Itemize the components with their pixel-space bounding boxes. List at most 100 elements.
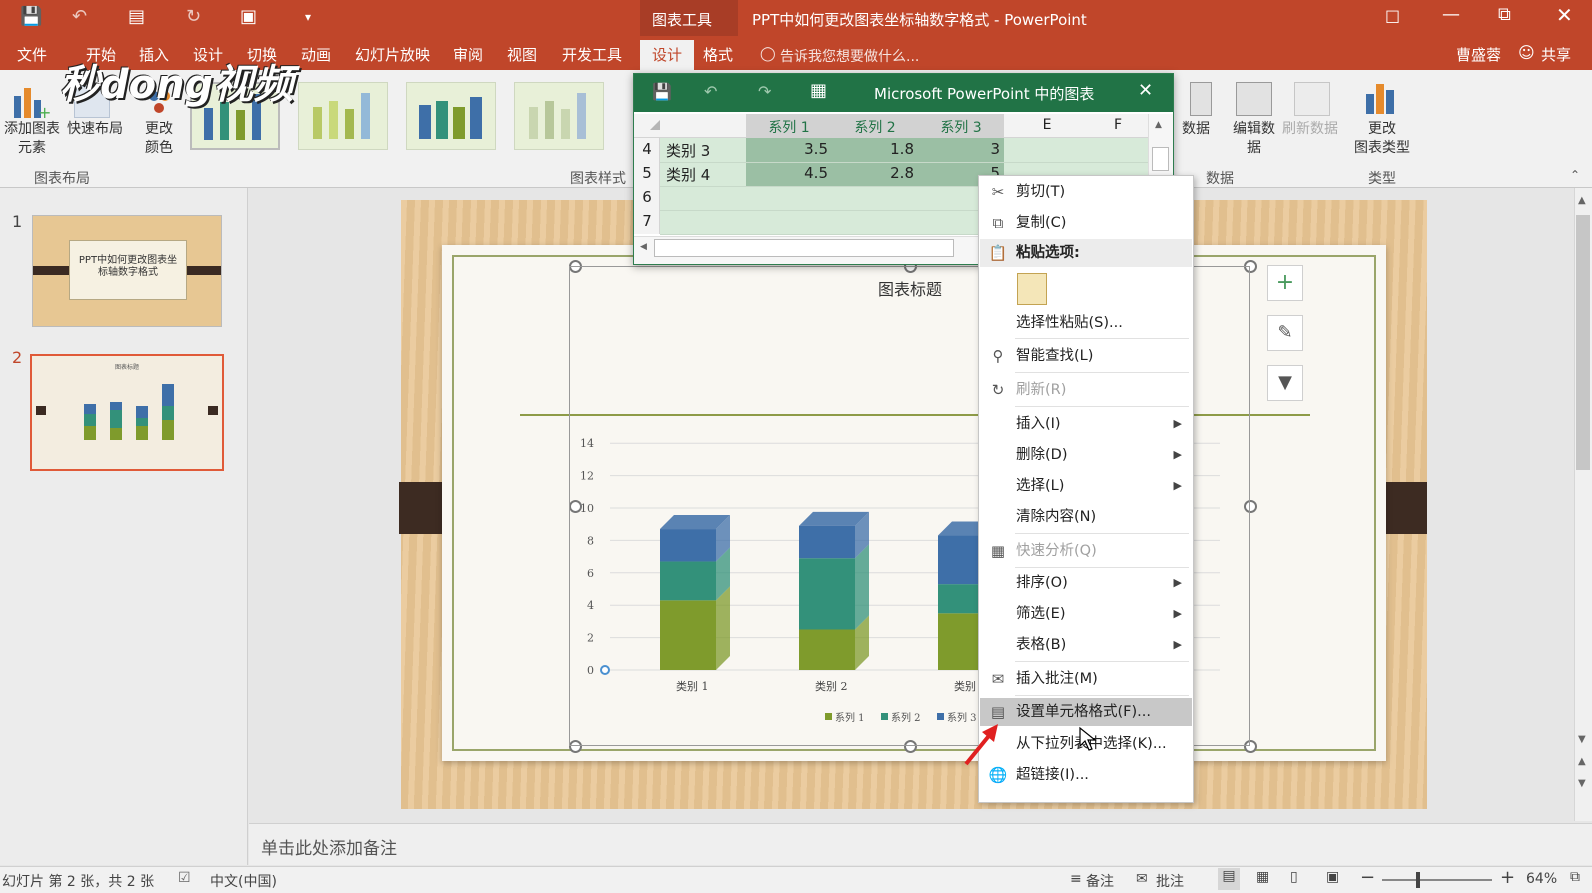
slide-thumbnail-2[interactable]: 图表标题 [30, 354, 224, 471]
zoom-out-button[interactable]: − [1360, 867, 1375, 888]
change-colors-button[interactable]: 更改 颜色 [132, 120, 186, 158]
resize-handle-tr[interactable] [1244, 260, 1257, 273]
sheet-vscroll-thumb[interactable] [1152, 147, 1169, 171]
scrollbar-thumb[interactable] [1576, 215, 1590, 470]
sheet-redo-icon[interactable]: ↷ [758, 82, 771, 101]
zoom-slider-thumb[interactable] [1416, 872, 1420, 888]
edit-in-excel-icon[interactable]: ▦ [810, 80, 827, 101]
undo-icon[interactable]: ↶ [72, 6, 87, 27]
present-icon[interactable]: ▤ [128, 6, 145, 27]
switch-data-button[interactable]: 数据 [1182, 120, 1210, 139]
sheet-scroll-left-icon[interactable]: ◀ [640, 242, 647, 252]
minimize-icon[interactable]: — [1442, 4, 1460, 25]
tab-developer[interactable]: 开发工具 [562, 44, 622, 65]
sheet-row-header[interactable]: 4 [634, 140, 660, 158]
save-icon[interactable]: 💾 [20, 6, 42, 27]
sheet-undo-icon[interactable]: ↶ [704, 82, 717, 101]
col-header-e[interactable]: E [1004, 117, 1090, 133]
tab-view[interactable]: 视图 [507, 44, 537, 65]
menu-select[interactable]: 选择(L) ▶ [980, 472, 1192, 500]
normal-view-icon[interactable]: ▤ [1218, 868, 1240, 890]
tab-file[interactable]: 文件 [17, 44, 47, 65]
sheet-cell[interactable]: 3 [918, 140, 1004, 158]
sheet-cell[interactable]: 2.8 [832, 164, 918, 182]
sheet-cell[interactable]: 3.5 [746, 140, 832, 158]
menu-insert[interactable]: 插入(I) ▶ [980, 410, 1192, 438]
sheet-cell[interactable]: 4.5 [746, 164, 832, 182]
sheet-scroll-up-icon[interactable]: ▲ [1155, 120, 1162, 130]
slideshow-view-icon[interactable]: ▣ [1326, 869, 1339, 885]
tab-chart-format[interactable]: 格式 [703, 44, 733, 65]
menu-cut[interactable]: ✂ 剪切(T) [980, 178, 1192, 206]
next-slide-icon[interactable]: ▼ [1578, 778, 1586, 789]
close-icon[interactable]: ✕ [1556, 3, 1573, 27]
resize-handle-tl[interactable] [569, 260, 582, 273]
zoom-in-button[interactable]: + [1500, 867, 1515, 888]
restore-icon[interactable]: ⧉ [1498, 4, 1511, 25]
sheet-cell[interactable]: 1.8 [832, 140, 918, 158]
resize-handle-ml[interactable] [569, 500, 582, 513]
paste-keep-format-icon[interactable] [1017, 273, 1047, 305]
chart-style-3[interactable] [406, 82, 496, 150]
scroll-up-icon[interactable]: ▲ [1578, 195, 1586, 206]
tab-slideshow[interactable]: 幻灯片放映 [355, 44, 430, 65]
chart-title[interactable]: 图表标题 [878, 276, 942, 300]
select-all-icon[interactable] [650, 120, 660, 130]
slide-thumbnail-1[interactable]: PPT中如何更改图表坐标轴数字格式 [32, 215, 222, 327]
collapse-ribbon-icon[interactable]: ⌃ [1570, 168, 1580, 182]
menu-hyperlink[interactable]: 🌐 超链接(I)... [980, 761, 1192, 789]
redo-icon[interactable]: ↻ [186, 6, 201, 27]
menu-clear-contents[interactable]: 清除内容(N) [980, 503, 1192, 531]
fit-slide-icon[interactable]: ⧉ [1570, 869, 1580, 885]
chart-styles-brush-icon[interactable]: ✎ [1267, 315, 1303, 351]
slide-sorter-icon[interactable]: ▦ [1256, 869, 1269, 885]
prev-slide-icon[interactable]: ▲ [1578, 756, 1586, 767]
customize-qat-icon[interactable]: ▾ [305, 10, 311, 24]
menu-copy[interactable]: ⧉ 复制(C) [980, 209, 1192, 237]
sheet-row-header[interactable]: 6 [634, 188, 660, 206]
reading-view-icon[interactable]: ▯ [1290, 869, 1298, 885]
spellcheck-icon[interactable]: ☑ [178, 870, 191, 886]
edit-data-button[interactable]: 编辑数 据 [1228, 120, 1280, 158]
col-header-series3[interactable]: 系列 3 [918, 117, 1004, 137]
resize-handle-mr[interactable] [1244, 500, 1257, 513]
chart-filter-icon[interactable]: ▼ [1267, 365, 1303, 401]
add-chart-element-button[interactable]: 添加图表 元素 [0, 120, 64, 158]
chart-elements-button[interactable]: + [1267, 265, 1303, 301]
col-header-series1[interactable]: 系列 1 [746, 117, 832, 137]
change-chart-type-button[interactable]: 更改 图表类型 [1346, 120, 1418, 158]
menu-table[interactable]: 表格(B) ▶ [980, 631, 1192, 659]
zoom-level[interactable]: 64% [1526, 871, 1557, 887]
resize-handle-bc[interactable] [904, 740, 917, 753]
slideshow-icon[interactable]: ▣ [240, 6, 257, 27]
menu-format-cells[interactable]: ▤ 设置单元格格式(F)... [980, 698, 1192, 726]
sheet-cell[interactable]: 类别 3 [662, 140, 746, 161]
sheet-row-header[interactable]: 7 [634, 212, 660, 230]
comments-toggle-button[interactable]: 批注 [1156, 871, 1184, 891]
sheet-hscroll-thumb[interactable] [654, 239, 954, 257]
tab-review[interactable]: 审阅 [453, 44, 483, 65]
col-header-series2[interactable]: 系列 2 [832, 117, 918, 137]
menu-insert-comment[interactable]: ✉ 插入批注(M) [980, 665, 1192, 693]
resize-handle-bl[interactable] [569, 740, 582, 753]
sheet-row-header[interactable]: 5 [634, 164, 660, 182]
menu-smart-lookup[interactable]: ⚲ 智能查找(L) [980, 342, 1192, 370]
chart-style-4[interactable] [514, 82, 604, 150]
ribbon-display-icon[interactable]: □ [1385, 6, 1400, 25]
user-name[interactable]: 曹盛蓉 [1456, 44, 1501, 65]
language-indicator[interactable]: 中文(中国) [210, 871, 277, 891]
sheet-cell[interactable]: 类别 4 [662, 164, 746, 185]
menu-paste-special[interactable]: 选择性粘贴(S)... [980, 309, 1192, 337]
sheet-save-icon[interactable]: 💾 [652, 82, 672, 101]
menu-filter[interactable]: 筛选(E) ▶ [980, 600, 1192, 628]
sheet-close-icon[interactable]: ✕ [1138, 80, 1153, 101]
col-header-f[interactable]: F [1090, 117, 1146, 133]
tab-animations[interactable]: 动画 [301, 44, 331, 65]
notes-toggle-button[interactable]: 备注 [1086, 871, 1114, 891]
quick-layout-button[interactable]: 快速布局 [64, 120, 126, 139]
chart-style-2[interactable] [298, 82, 388, 150]
zoom-slider[interactable] [1382, 879, 1492, 881]
share-button[interactable]: 共享 [1541, 44, 1571, 65]
menu-delete[interactable]: 删除(D) ▶ [980, 441, 1192, 469]
resize-handle-br[interactable] [1244, 740, 1257, 753]
